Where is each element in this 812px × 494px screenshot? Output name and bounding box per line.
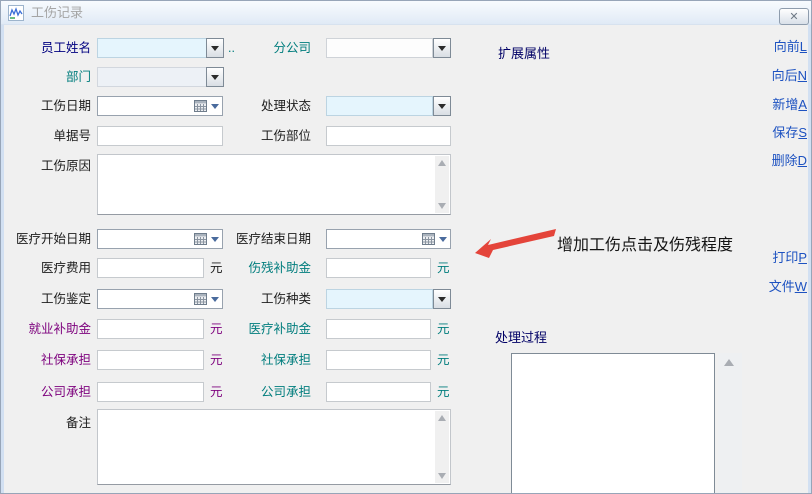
- nav-save-link[interactable]: 保存S: [772, 125, 807, 140]
- nav-prev-link[interactable]: 向前L: [774, 39, 807, 54]
- close-icon: ✕: [789, 10, 798, 23]
- med-cost-label: 医疗费用: [11, 258, 91, 278]
- branch-label: 分公司: [226, 38, 311, 58]
- window-frame-left: [1, 25, 4, 493]
- scroll-down-icon[interactable]: [438, 473, 446, 479]
- scrollbar[interactable]: [435, 156, 449, 213]
- injury-date-picker[interactable]: [97, 96, 223, 116]
- chevron-down-icon: [438, 297, 446, 302]
- remark-textarea[interactable]: [97, 409, 451, 485]
- company-share-right-label: 公司承担: [226, 382, 311, 402]
- chevron-down-icon: [439, 237, 447, 242]
- nav-print-link[interactable]: 打印P: [772, 250, 807, 265]
- injury-date-label: 工伤日期: [11, 96, 91, 116]
- social-security-right-input[interactable]: [326, 350, 431, 370]
- close-button[interactable]: ✕: [779, 8, 809, 25]
- branch-combo[interactable]: [326, 38, 433, 58]
- app-icon: [8, 5, 24, 21]
- injury-reason-label: 工伤原因: [11, 156, 91, 176]
- yuan-suffix: 元: [437, 319, 457, 339]
- calendar-icon: [422, 233, 435, 245]
- med-end-label: 医疗结束日期: [226, 229, 311, 249]
- status-dropdown-button[interactable]: [433, 96, 451, 116]
- scroll-down-icon[interactable]: [438, 203, 446, 209]
- extended-props-label: 扩展属性: [498, 43, 550, 62]
- window-title: 工伤记录: [31, 1, 83, 25]
- assessment-label: 工伤鉴定: [11, 289, 91, 309]
- nav-file-link[interactable]: 文件W: [769, 279, 807, 294]
- scroll-up-icon[interactable]: [724, 359, 734, 366]
- yuan-suffix: 元: [437, 258, 457, 278]
- process-scrollbar[interactable]: [718, 353, 742, 494]
- annotation-arrow-icon: [474, 227, 558, 259]
- yuan-suffix: 元: [437, 350, 457, 370]
- chevron-down-icon: [438, 104, 446, 109]
- branch-dropdown-button[interactable]: [433, 38, 451, 58]
- employee-name-label: 员工姓名: [11, 38, 91, 58]
- med-end-date-picker[interactable]: [326, 229, 451, 249]
- company-share-left-label: 公司承担: [11, 382, 91, 402]
- company-share-left-input[interactable]: [97, 382, 204, 402]
- injury-type-combo[interactable]: [326, 289, 433, 309]
- medical-subsidy-label: 医疗补助金: [226, 319, 311, 339]
- department-combo[interactable]: [97, 67, 207, 87]
- employment-subsidy-input[interactable]: [97, 319, 204, 339]
- annotation-text: 增加工伤点击及伤残程度: [557, 231, 733, 255]
- med-cost-input[interactable]: [97, 258, 204, 278]
- chevron-down-icon: [438, 46, 446, 51]
- med-start-label: 医疗开始日期: [11, 229, 91, 249]
- medical-subsidy-input[interactable]: [326, 319, 431, 339]
- titlebar[interactable]: 工伤记录: [1, 1, 811, 25]
- injury-part-label: 工伤部位: [226, 126, 311, 146]
- calendar-icon: [194, 293, 207, 305]
- employee-name-dropdown-button[interactable]: [206, 38, 224, 58]
- injury-type-dropdown-button[interactable]: [433, 289, 451, 309]
- process-listbox[interactable]: [511, 353, 715, 494]
- employee-name-combo[interactable]: [97, 38, 207, 58]
- injury-part-input[interactable]: [326, 126, 451, 146]
- med-start-date-picker[interactable]: [97, 229, 223, 249]
- window-frame-right: [808, 25, 811, 493]
- doc-no-label: 单据号: [11, 126, 91, 146]
- scrollbar[interactable]: [435, 411, 449, 483]
- company-share-right-input[interactable]: [326, 382, 431, 402]
- status-label: 处理状态: [226, 96, 311, 116]
- social-security-left-input[interactable]: [97, 350, 204, 370]
- nav-add-link[interactable]: 新增A: [772, 97, 807, 112]
- social-security-right-label: 社保承担: [226, 350, 311, 370]
- chevron-down-icon: [211, 297, 219, 302]
- yuan-suffix: 元: [437, 382, 457, 402]
- assessment-date-picker[interactable]: [97, 289, 223, 309]
- status-combo[interactable]: [326, 96, 433, 116]
- doc-no-input[interactable]: [97, 126, 223, 146]
- department-dropdown-button[interactable]: [206, 67, 224, 87]
- department-label: 部门: [11, 67, 91, 87]
- remark-label: 备注: [11, 413, 91, 433]
- scroll-up-icon[interactable]: [438, 160, 446, 166]
- scroll-up-icon[interactable]: [438, 415, 446, 421]
- disability-subsidy-label: 伤残补助金: [226, 258, 311, 278]
- chevron-down-icon: [211, 75, 219, 80]
- employment-subsidy-label: 就业补助金: [11, 319, 91, 339]
- injury-reason-textarea[interactable]: [97, 154, 451, 215]
- chevron-down-icon: [211, 46, 219, 51]
- calendar-icon: [194, 233, 207, 245]
- chevron-down-icon: [211, 104, 219, 109]
- work-injury-record-window: 工伤记录 ✕ 员工姓名 .. 分公司 部门 工伤日期 处理状态 单据号 工伤部位…: [0, 0, 812, 494]
- process-label: 处理过程: [495, 327, 547, 346]
- nav-delete-link[interactable]: 删除D: [772, 153, 807, 168]
- social-security-left-label: 社保承担: [11, 350, 91, 370]
- injury-type-label: 工伤种类: [226, 289, 311, 309]
- disability-subsidy-input[interactable]: [326, 258, 431, 278]
- nav-next-link[interactable]: 向后N: [772, 68, 807, 83]
- calendar-icon: [194, 100, 207, 112]
- chevron-down-icon: [211, 237, 219, 242]
